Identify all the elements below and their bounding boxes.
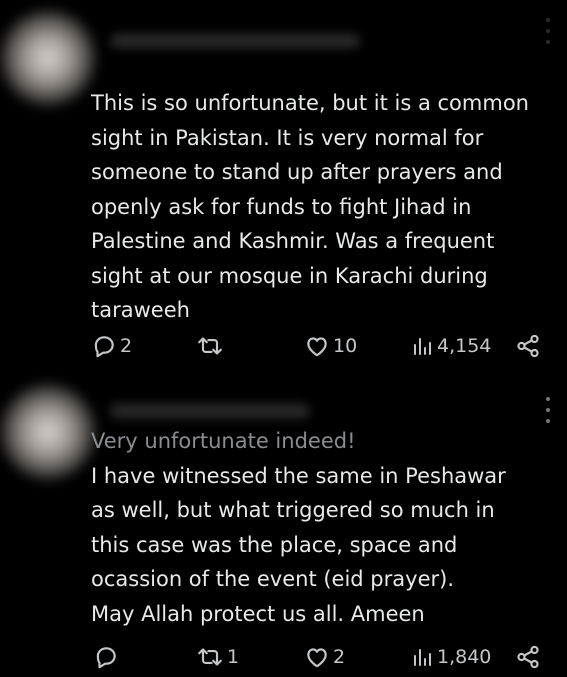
like-button[interactable]: 2 bbox=[304, 637, 345, 677]
reply-icon bbox=[94, 336, 114, 358]
avatar[interactable] bbox=[0, 10, 96, 106]
action-bar: 2 10 4,154 bbox=[0, 326, 567, 366]
share-icon bbox=[517, 334, 539, 358]
reply-post[interactable]: Very unfortunate indeed! I have witnesse… bbox=[0, 384, 567, 677]
repost-icon bbox=[198, 337, 222, 355]
view-count: 1,840 bbox=[437, 646, 492, 668]
like-icon bbox=[307, 648, 327, 668]
reply-post[interactable]: This is so unfortunate, but it is a comm… bbox=[0, 0, 567, 392]
avatar[interactable] bbox=[0, 384, 96, 480]
more-icon bbox=[546, 397, 550, 401]
post-text-body: I have witnessed the same in Peshawar as… bbox=[91, 463, 506, 626]
like-icon bbox=[307, 337, 327, 357]
views-icon bbox=[414, 649, 431, 666]
repost-button[interactable] bbox=[196, 326, 227, 366]
more-options-button[interactable] bbox=[543, 18, 553, 44]
post-text: This is so unfortunate, but it is a comm… bbox=[91, 86, 551, 328]
action-bar: 1 2 1,840 bbox=[0, 637, 567, 677]
like-button[interactable]: 10 bbox=[304, 326, 357, 366]
repost-button[interactable]: 1 bbox=[196, 637, 239, 677]
author-meta-blurred bbox=[110, 34, 360, 48]
like-count: 10 bbox=[333, 335, 358, 357]
like-count: 2 bbox=[333, 646, 346, 668]
reply-icon bbox=[96, 647, 116, 669]
more-icon bbox=[546, 18, 550, 22]
more-icon-dot bbox=[546, 40, 550, 44]
more-icon-dot bbox=[546, 29, 550, 33]
repost-icon bbox=[198, 648, 222, 666]
reply-count: 2 bbox=[120, 335, 133, 357]
share-icon bbox=[517, 645, 539, 669]
more-options-button[interactable] bbox=[543, 397, 553, 423]
more-icon-dot bbox=[546, 419, 550, 423]
post-text-faded: Very unfortunate indeed! bbox=[91, 429, 356, 453]
reply-button[interactable] bbox=[93, 637, 122, 677]
views-button[interactable]: 4,154 bbox=[412, 326, 491, 366]
more-icon-dot bbox=[546, 408, 550, 412]
share-button[interactable] bbox=[515, 326, 541, 366]
views-icon bbox=[414, 338, 431, 355]
share-button[interactable] bbox=[515, 637, 541, 677]
repost-count: 1 bbox=[227, 646, 240, 668]
post-text: Very unfortunate indeed! I have witnesse… bbox=[91, 424, 551, 631]
reply-button[interactable]: 2 bbox=[91, 326, 132, 366]
post-text-body: This is so unfortunate, but it is a comm… bbox=[91, 91, 529, 322]
view-count: 4,154 bbox=[437, 335, 492, 357]
author-meta-blurred bbox=[110, 404, 310, 418]
views-button[interactable]: 1,840 bbox=[412, 637, 491, 677]
